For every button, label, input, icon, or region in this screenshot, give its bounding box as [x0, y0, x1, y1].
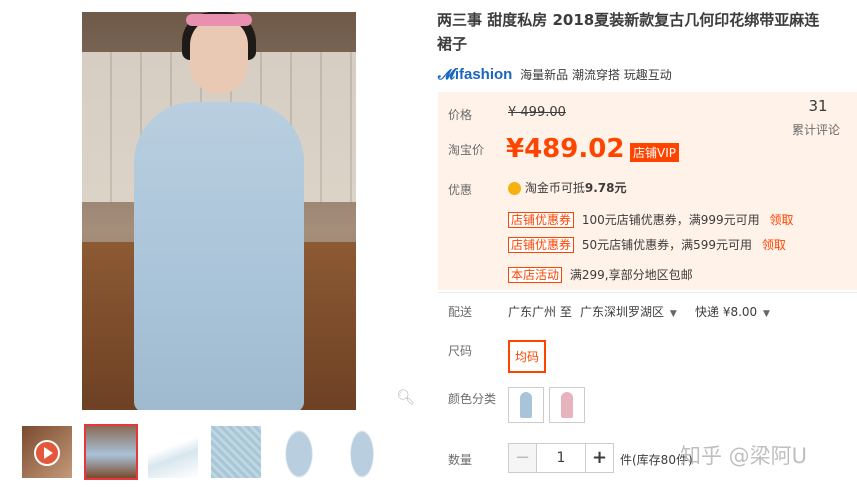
price-label: 价格 — [448, 108, 473, 122]
color-swatch-pink[interactable] — [549, 387, 585, 423]
shipping-method-select[interactable]: 快递 ¥8.00 ▼ — [695, 303, 770, 320]
coin-icon — [508, 182, 521, 195]
shipping-label: 配送 — [448, 305, 473, 319]
ifashion-tagline: 海量新品 潮流穿搭 玩趣互动 — [520, 68, 672, 82]
chevron-down-icon[interactable]: ▼ — [670, 309, 677, 319]
play-icon[interactable] — [34, 440, 60, 466]
ifashion-banner[interactable]: 𝓜ifashion 海量新品 潮流穿搭 玩趣互动 — [438, 66, 672, 83]
face-shape — [190, 18, 248, 94]
promo-label: 优惠 — [448, 183, 473, 197]
ifashion-logo: 𝓜ifashion — [438, 66, 513, 83]
product-title: 两三事 甜度私房 2018夏装新款复古几何印花绑带亚麻连 裙子 — [437, 8, 857, 56]
original-price: ¥ 499.00 — [508, 105, 566, 120]
coupon-tag: 店铺优惠券 — [508, 212, 575, 228]
promo-panel: 优惠 淘金币可抵9.78元 店铺优惠券 100元店铺优惠券，满999元可用 领取… — [438, 170, 857, 290]
thumbnail-5[interactable] — [337, 426, 387, 478]
vip-badge[interactable]: 店铺VIP — [630, 143, 679, 162]
review-count[interactable]: 31 — [798, 97, 838, 115]
shipping-destination[interactable]: 广东深圳罗湖区 — [580, 305, 664, 319]
activity-row: 本店活动 满299,享部分地区包邮 — [508, 266, 693, 283]
size-label: 尺码 — [448, 344, 473, 358]
size-option-one-size[interactable]: 均码 — [508, 340, 547, 373]
taobao-price-label: 淘宝价 — [448, 143, 485, 157]
dress-figure — [134, 102, 304, 410]
claim-coupon-link[interactable]: 领取 — [762, 238, 786, 252]
thumbnail-4[interactable] — [274, 426, 324, 478]
coin-value: 9.78元 — [584, 181, 627, 195]
blue-dress-shape — [520, 392, 532, 418]
thumbnail-video[interactable] — [22, 426, 72, 478]
shipping-method[interactable]: 快递 ¥8.00 — [695, 305, 757, 319]
coupon-tag: 店铺优惠券 — [508, 237, 575, 253]
product-title-line1: 两三事 甜度私房 2018夏装新款复古几何印花绑带亚麻连 — [437, 11, 820, 29]
ifashion-logo-text: ifashion — [454, 66, 513, 83]
coupon-row: 店铺优惠券 100元店铺优惠券，满999元可用 领取 — [508, 211, 794, 228]
color-label: 颜色分类 — [448, 392, 497, 406]
coin-row: 淘金币可抵9.78元 — [508, 179, 626, 196]
watermark: 知乎 @梁阿U — [680, 444, 808, 468]
activity-tag: 本店活动 — [508, 267, 563, 283]
color-swatch-blue[interactable] — [508, 387, 544, 423]
coupon-text: 100元店铺优惠券，满999元可用 — [581, 213, 760, 227]
shipping-destination-select[interactable]: 广东深圳罗湖区 ▼ — [580, 303, 677, 320]
product-title-line2: 裙子 — [437, 35, 468, 53]
divider — [438, 292, 857, 293]
quantity-stepper: − 1 + — [508, 443, 614, 473]
quantity-increase-button[interactable]: + — [585, 444, 613, 472]
current-price: ¥489.02 — [506, 134, 625, 164]
coupon-text: 50元店铺优惠券，满599元可用 — [581, 238, 753, 252]
zoom-icon[interactable]: 🔍︎ — [396, 388, 415, 406]
coupon-row: 店铺优惠券 50元店铺优惠券，满599元可用 领取 — [508, 236, 786, 253]
coin-text: 淘金币可抵 — [524, 181, 585, 195]
main-product-image[interactable] — [82, 12, 356, 410]
shipping-from: 广东广州 至 — [508, 305, 572, 319]
review-label[interactable]: 累计评论 — [792, 121, 840, 138]
quantity-decrease-button[interactable]: − — [509, 444, 537, 472]
quantity-input[interactable]: 1 — [537, 444, 585, 472]
thumbnail-3[interactable] — [211, 426, 261, 478]
chevron-down-icon[interactable]: ▼ — [763, 309, 770, 319]
thumbnail-2[interactable] — [148, 426, 198, 478]
price-panel: 价格 ¥ 499.00 淘宝价 ¥489.02 店铺VIP 31 累计评论 — [438, 92, 857, 170]
thumbnail-1[interactable] — [84, 424, 138, 480]
claim-coupon-link[interactable]: 领取 — [769, 213, 793, 227]
activity-text: 满299,享部分地区包邮 — [569, 268, 693, 282]
quantity-label: 数量 — [448, 453, 473, 467]
pink-dress-shape — [561, 392, 573, 418]
headband-shape — [186, 14, 252, 26]
